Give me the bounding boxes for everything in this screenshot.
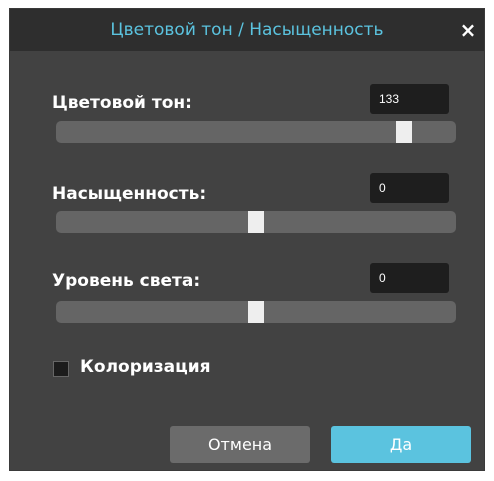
saturation-value-input[interactable]: 0: [370, 173, 449, 203]
hue-label: Цветовой тон:: [52, 93, 192, 113]
lightness-label: Уровень света:: [52, 271, 201, 291]
ok-button[interactable]: Да: [331, 426, 471, 463]
dialog-title: Цветовой тон / Насыщенность: [110, 20, 384, 40]
dialog-titlebar[interactable]: Цветовой тон / Насыщенность ×: [10, 9, 484, 51]
colorize-label[interactable]: Колоризация: [80, 357, 211, 377]
colorize-checkbox[interactable]: [53, 361, 69, 377]
close-icon[interactable]: ×: [456, 9, 480, 51]
saturation-slider[interactable]: [56, 211, 456, 233]
lightness-slider-thumb[interactable]: [248, 301, 264, 323]
hue-slider-thumb[interactable]: [396, 121, 412, 143]
cancel-button[interactable]: Отмена: [170, 426, 310, 463]
saturation-slider-thumb[interactable]: [248, 211, 264, 233]
hue-saturation-dialog: Цветовой тон / Насыщенность × Цветовой т…: [9, 8, 485, 471]
lightness-value-input[interactable]: 0: [370, 263, 449, 293]
hue-value-input[interactable]: 133: [370, 84, 449, 114]
saturation-label: Насыщенность:: [52, 184, 207, 204]
hue-slider[interactable]: [56, 121, 456, 143]
lightness-slider[interactable]: [56, 301, 456, 323]
